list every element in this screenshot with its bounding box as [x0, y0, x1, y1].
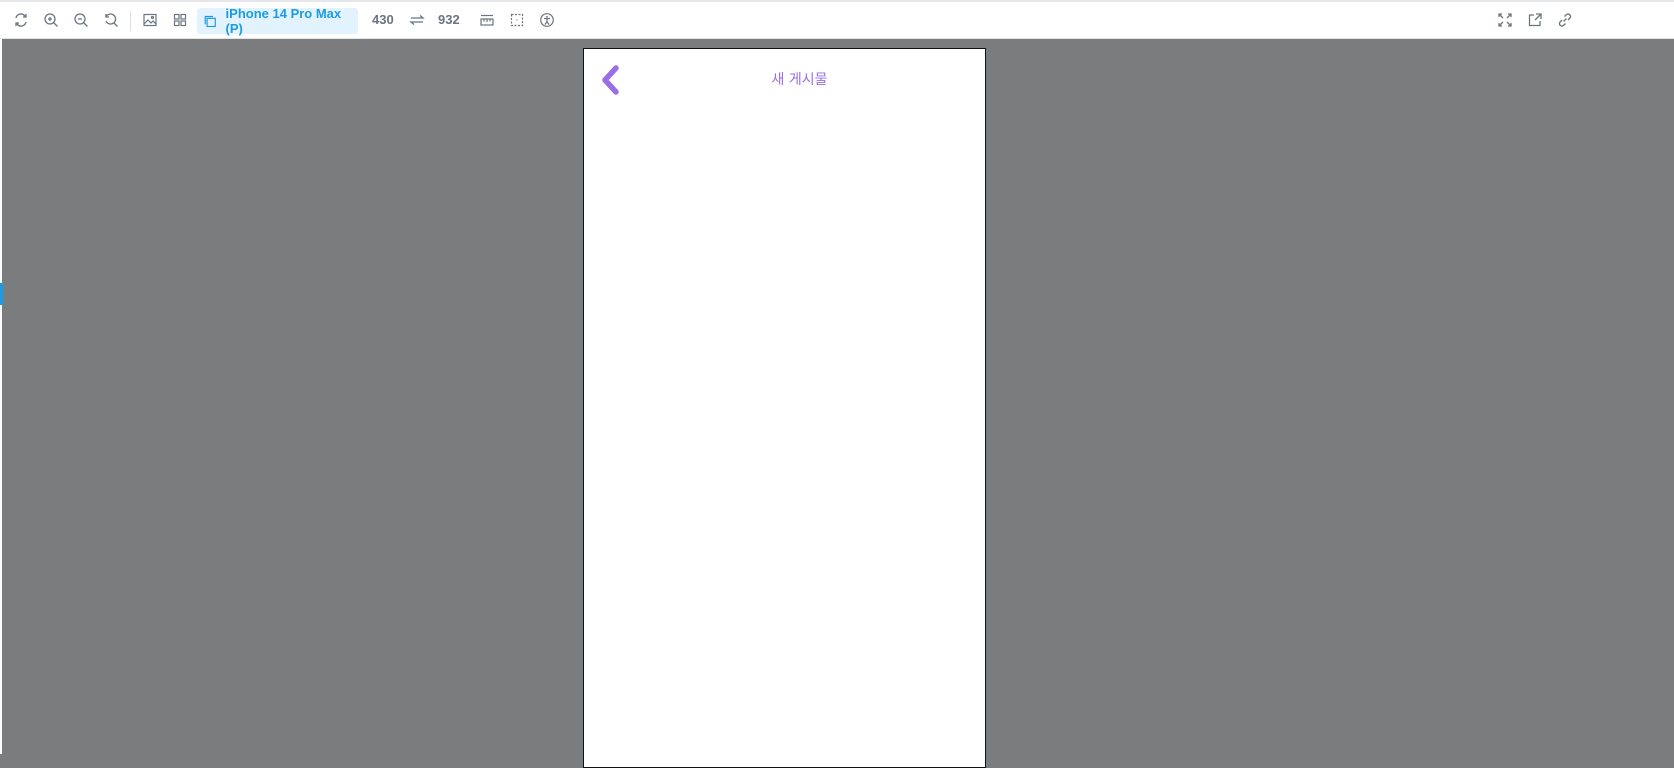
- copy-link-icon[interactable]: [1553, 8, 1577, 32]
- outline-icon[interactable]: [505, 8, 529, 32]
- zoom-in-icon[interactable]: [39, 8, 63, 32]
- swap-orientation-icon[interactable]: [405, 8, 429, 32]
- open-new-tab-icon[interactable]: [1523, 8, 1547, 32]
- reset-zoom-icon[interactable]: [99, 8, 123, 32]
- refresh-icon[interactable]: [9, 8, 33, 32]
- page-title: 새 게시물: [771, 72, 828, 88]
- viewport-height-value[interactable]: 932: [438, 12, 460, 27]
- device-label: iPhone 14 Pro Max (P): [225, 6, 342, 36]
- sidebar-resize-handle[interactable]: [0, 283, 3, 305]
- device-frame-icon: [204, 15, 216, 27]
- zoom-out-icon[interactable]: [69, 8, 93, 32]
- fullscreen-icon[interactable]: [1493, 8, 1517, 32]
- storybook-toolbar: iPhone 14 Pro Max (P) 430 932: [0, 0, 1674, 39]
- device-preview-frame: 새 게시물: [583, 48, 986, 768]
- grid-icon[interactable]: [168, 8, 192, 32]
- accessibility-icon[interactable]: [535, 8, 559, 32]
- device-viewport-select[interactable]: iPhone 14 Pro Max (P): [197, 6, 358, 36]
- app-header: 새 게시물: [584, 49, 985, 109]
- sidebar-edge: [0, 39, 2, 754]
- ruler-icon[interactable]: [475, 8, 499, 32]
- image-icon[interactable]: [138, 8, 162, 32]
- toolbar-divider: [130, 11, 131, 31]
- viewport-width-value[interactable]: 430: [372, 12, 394, 27]
